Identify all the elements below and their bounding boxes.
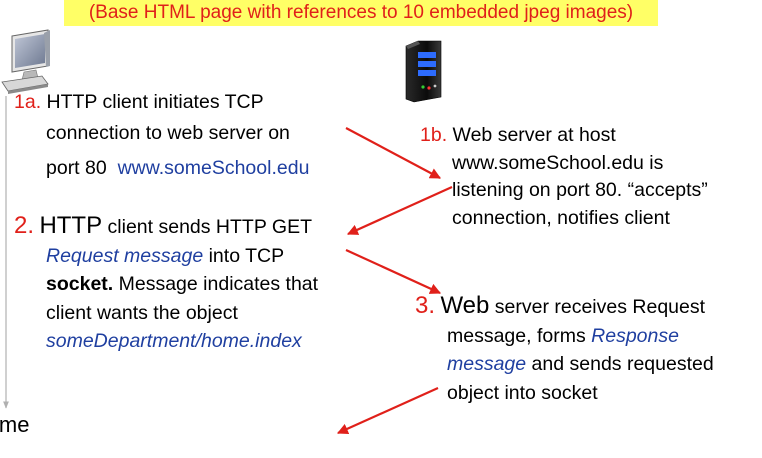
desktop-computer-icon <box>1 29 50 94</box>
step-1a-line2: connection to web server on <box>46 122 290 144</box>
host-url: www.someSchool.edu <box>117 157 310 179</box>
step-2-number: 2. <box>14 212 35 239</box>
step-1a-text: 1a. HTTP client initiates TCP connection… <box>14 87 309 184</box>
time-axis-label: ime <box>0 412 30 437</box>
server-tower-icon <box>405 40 442 103</box>
step-2-line4: client wants the object <box>46 301 238 324</box>
step-2-line3: socket. Message indicates that <box>46 273 319 295</box>
object-path: someDepartment/home.index <box>46 330 302 352</box>
request-message-term: Request message <box>46 244 204 267</box>
step-2-line1: 2. HTTP client sends HTTP GET <box>14 212 312 239</box>
step-3-line4: object into socket <box>447 381 598 404</box>
step-1b-line1: 1b. Web server at host <box>420 124 616 146</box>
step-3-number: 3. <box>415 292 436 319</box>
step-1a-line3: port 80 www.someSchool.edu <box>46 157 310 179</box>
step-1b-number: 1b. <box>420 124 448 146</box>
step-1b-line2: www.someSchool.edu is <box>452 151 664 174</box>
step-3-text: 3. Web server receives Request message, … <box>415 292 714 407</box>
step-1b-line3: listening on port 80. “accepts” <box>452 179 708 201</box>
step-1b-text: 1b. Web server at host www.someSchool.ed… <box>420 122 708 232</box>
step-1a-number: 1a. <box>14 91 42 113</box>
step-2-text: 2. HTTP client sends HTTP GET Request me… <box>14 212 318 356</box>
step-1b-line4: connection, notifies client <box>452 206 670 229</box>
step-3-line2: message, forms Response <box>447 324 679 347</box>
step-2-line2: Request message into TCP <box>46 244 285 267</box>
response-term: Response <box>591 324 679 347</box>
arrow-http-request <box>345 248 442 295</box>
step-1a-line1: 1a. HTTP client initiates TCP <box>14 91 264 113</box>
message-term: message <box>447 353 527 375</box>
step-3-line3: message and sends requested <box>447 353 714 375</box>
step-3-line1: 3. Web server receives Request <box>415 292 706 319</box>
http-timeline-diagram: (Base HTML page with references to 10 em… <box>0 0 762 458</box>
